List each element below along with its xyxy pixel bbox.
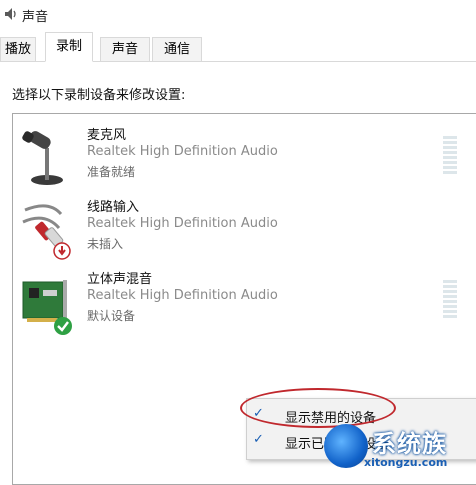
level-meter xyxy=(443,136,457,176)
tab-communications[interactable]: 通信 xyxy=(152,37,202,61)
watermark-text: 系统族 xyxy=(372,430,447,458)
level-meter xyxy=(443,280,457,320)
tab-sounds[interactable]: 声音 xyxy=(100,37,150,61)
microphone-icon xyxy=(22,131,63,185)
device-status: 准备就绪 xyxy=(87,165,136,179)
unplugged-badge-icon xyxy=(53,242,71,260)
device-item-microphone[interactable]: 麦克风 Realtek High Definition Audio 准备就绪 xyxy=(13,124,473,194)
instruction-text: 选择以下录制设备来修改设置: xyxy=(12,88,186,103)
device-driver: Realtek High Definition Audio xyxy=(87,144,278,159)
watermark-logo-icon xyxy=(324,424,368,468)
device-item-stereo-mix[interactable]: 立体声混音 Realtek High Definition Audio 默认设备 xyxy=(13,268,473,338)
watermark-url: xitongzu.com xyxy=(364,456,448,469)
device-item-line-in[interactable]: 线路输入 Realtek High Definition Audio 未插入 xyxy=(13,196,473,266)
device-driver: Realtek High Definition Audio xyxy=(87,288,278,303)
device-driver: Realtek High Definition Audio xyxy=(87,216,278,231)
tab-recording[interactable]: 录制 xyxy=(45,32,93,62)
speaker-icon xyxy=(5,8,16,20)
device-name: 线路输入 xyxy=(87,200,140,215)
check-icon: ✓ xyxy=(253,432,264,447)
device-status: 默认设备 xyxy=(87,309,136,323)
tab-playback[interactable]: 播放 xyxy=(0,37,36,61)
device-name: 立体声混音 xyxy=(87,272,153,287)
highlight-circle xyxy=(240,388,396,428)
window-title: 声音 xyxy=(22,10,49,25)
default-check-badge-icon xyxy=(54,317,72,335)
device-status: 未插入 xyxy=(87,237,124,251)
window-titlebar: 声音 xyxy=(0,0,476,30)
watermark: 系统族 xitongzu.com xyxy=(324,424,474,474)
device-name: 麦克风 xyxy=(87,128,127,143)
